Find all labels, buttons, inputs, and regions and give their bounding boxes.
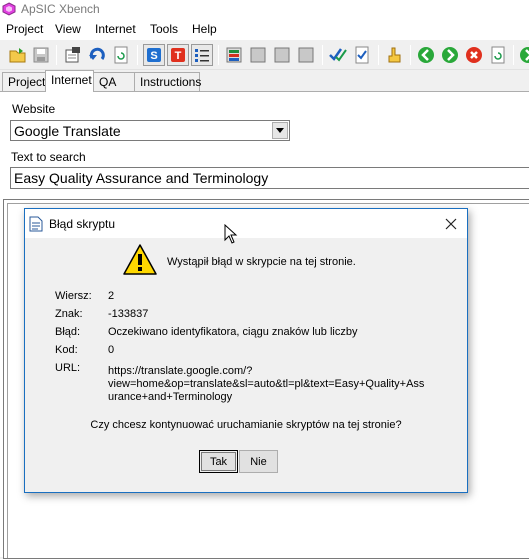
menu-internet[interactable]: Internet bbox=[95, 22, 136, 36]
url-value-line-1: https://translate.google.com/? bbox=[108, 365, 253, 377]
no-button[interactable]: Nie bbox=[239, 450, 278, 473]
tab-qa[interactable]: QA bbox=[93, 72, 135, 91]
forward-arrow-icon[interactable] bbox=[439, 44, 461, 66]
script-error-dialog: Błąd skryptu Wystąpił błąd w skrypcie na… bbox=[24, 208, 468, 493]
toolbar: S T bbox=[0, 41, 529, 70]
menu-view[interactable]: View bbox=[55, 22, 81, 36]
reload-icon[interactable] bbox=[487, 44, 509, 66]
search-label: Text to search bbox=[11, 150, 86, 164]
website-select[interactable]: Google Translate bbox=[10, 120, 290, 141]
tab-strip: Project Internet QA Instructions bbox=[0, 70, 529, 92]
target-icon[interactable]: T bbox=[167, 44, 189, 66]
gray-square-icon[interactable] bbox=[247, 44, 269, 66]
project-properties-icon[interactable] bbox=[62, 44, 84, 66]
source-icon[interactable]: S bbox=[143, 44, 165, 66]
menu-help[interactable]: Help bbox=[192, 22, 217, 36]
website-value: Google Translate bbox=[14, 123, 121, 139]
back-arrow-icon[interactable] bbox=[415, 44, 437, 66]
save-icon[interactable] bbox=[30, 44, 52, 66]
dialog-question: Czy chcesz kontynuować uruchamianie skry… bbox=[90, 419, 402, 431]
refresh-doc-icon[interactable] bbox=[110, 44, 132, 66]
dialog-title: Błąd skryptu bbox=[49, 217, 116, 231]
window-title: ApSIC Xbench bbox=[21, 2, 100, 16]
tab-instructions[interactable]: Instructions bbox=[134, 72, 201, 91]
mouse-cursor-icon bbox=[224, 224, 238, 244]
title-bar: ApSIC Xbench bbox=[0, 0, 529, 19]
dialog-title-bar: Błąd skryptu bbox=[25, 209, 467, 238]
check-all-icon[interactable] bbox=[327, 44, 349, 66]
tab-internet[interactable]: Internet bbox=[45, 70, 94, 92]
gray-square-icon[interactable] bbox=[271, 44, 293, 66]
chevron-down-icon[interactable] bbox=[272, 122, 288, 139]
line-value: 2 bbox=[108, 290, 115, 302]
gray-square-icon[interactable] bbox=[295, 44, 317, 66]
url-label: URL: bbox=[55, 362, 81, 374]
menu-tools[interactable]: Tools bbox=[150, 22, 178, 36]
line-label: Wiersz: bbox=[55, 290, 92, 302]
yes-button[interactable]: Tak bbox=[199, 450, 238, 473]
char-label: Znak: bbox=[55, 308, 83, 320]
code-value: 0 bbox=[108, 344, 115, 356]
url-value-line-3: urance+and+Terminology bbox=[108, 391, 233, 403]
list-view-icon[interactable] bbox=[191, 44, 213, 66]
open-folder-icon[interactable] bbox=[7, 44, 29, 66]
dialog-message: Wystąpił błąd w skrypcie na tej stronie. bbox=[167, 256, 356, 268]
next-icon[interactable] bbox=[517, 44, 529, 66]
error-label: Błąd: bbox=[55, 326, 81, 338]
svg-text:T: T bbox=[175, 50, 182, 62]
color-grid-icon[interactable] bbox=[223, 44, 245, 66]
tab-project[interactable]: Project bbox=[2, 72, 46, 91]
website-label: Website bbox=[12, 102, 56, 116]
menu-bar: Project View Internet Tools Help bbox=[0, 19, 529, 40]
char-value: -133837 bbox=[108, 308, 149, 320]
close-icon[interactable] bbox=[435, 209, 467, 238]
undo-icon[interactable] bbox=[86, 44, 108, 66]
search-input[interactable]: Easy Quality Assurance and Terminology bbox=[10, 167, 529, 189]
menu-project[interactable]: Project bbox=[6, 22, 43, 36]
url-value-line-2: view=home&op=translate&sl=auto&tl=pl&tex… bbox=[108, 378, 425, 390]
code-label: Kod: bbox=[55, 344, 78, 356]
xbench-app-icon bbox=[2, 2, 16, 16]
document-icon bbox=[29, 216, 43, 232]
warning-icon bbox=[123, 244, 157, 275]
hand-pointer-icon[interactable] bbox=[383, 44, 405, 66]
checklist-icon[interactable] bbox=[351, 44, 373, 66]
svg-text:S: S bbox=[150, 50, 157, 62]
stop-icon[interactable] bbox=[463, 44, 485, 66]
error-value: Oczekiwano identyfikatora, ciągu znaków … bbox=[108, 326, 358, 338]
